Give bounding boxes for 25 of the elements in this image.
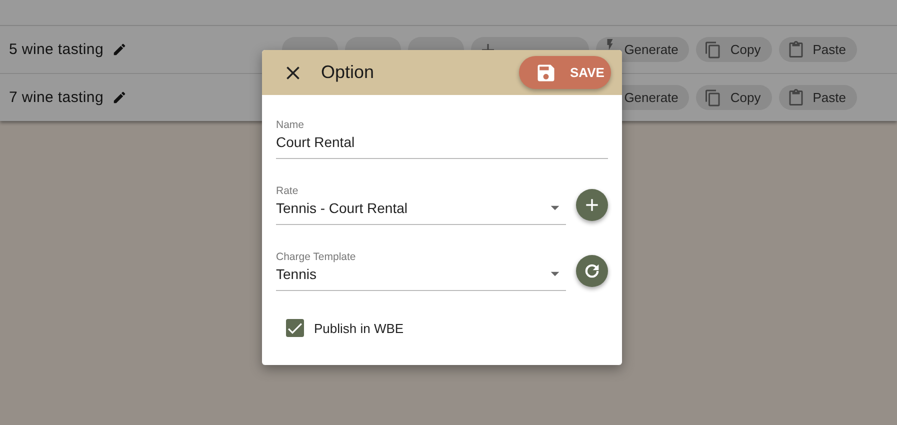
clipboard-icon [786, 40, 805, 58]
save-button[interactable]: SAVE [519, 56, 611, 89]
row-title: 5 wine tasting [9, 41, 104, 58]
checkbox-label: Publish in WBE [314, 320, 404, 336]
dialog-title: Option [321, 62, 376, 83]
copy-button[interactable]: Copy [696, 37, 772, 62]
add-button[interactable] [576, 189, 608, 221]
pencil-icon[interactable] [112, 42, 127, 57]
copy-icon [704, 88, 722, 106]
lightning-icon [607, 39, 614, 50]
paste-button[interactable]: Paste [778, 37, 857, 62]
input-field[interactable]: Name Court Rental [276, 119, 608, 159]
copy-button[interactable]: Copy [696, 85, 772, 110]
row-title: 7 wine tasting [9, 89, 104, 106]
checkbox[interactable] [286, 319, 304, 337]
select-field[interactable]: Charge Template Tennis [276, 251, 566, 291]
checkmark-icon [288, 322, 302, 334]
select-field[interactable]: Rate Tennis - Court Rental [276, 185, 566, 225]
paste-button[interactable]: Paste [778, 85, 857, 110]
dropdown-caret-icon [550, 203, 560, 213]
dropdown-caret-icon [550, 269, 560, 279]
refresh-button[interactable] [576, 255, 608, 287]
copy-icon [704, 40, 722, 58]
pencil-icon[interactable] [112, 90, 127, 105]
clipboard-icon [786, 88, 805, 106]
